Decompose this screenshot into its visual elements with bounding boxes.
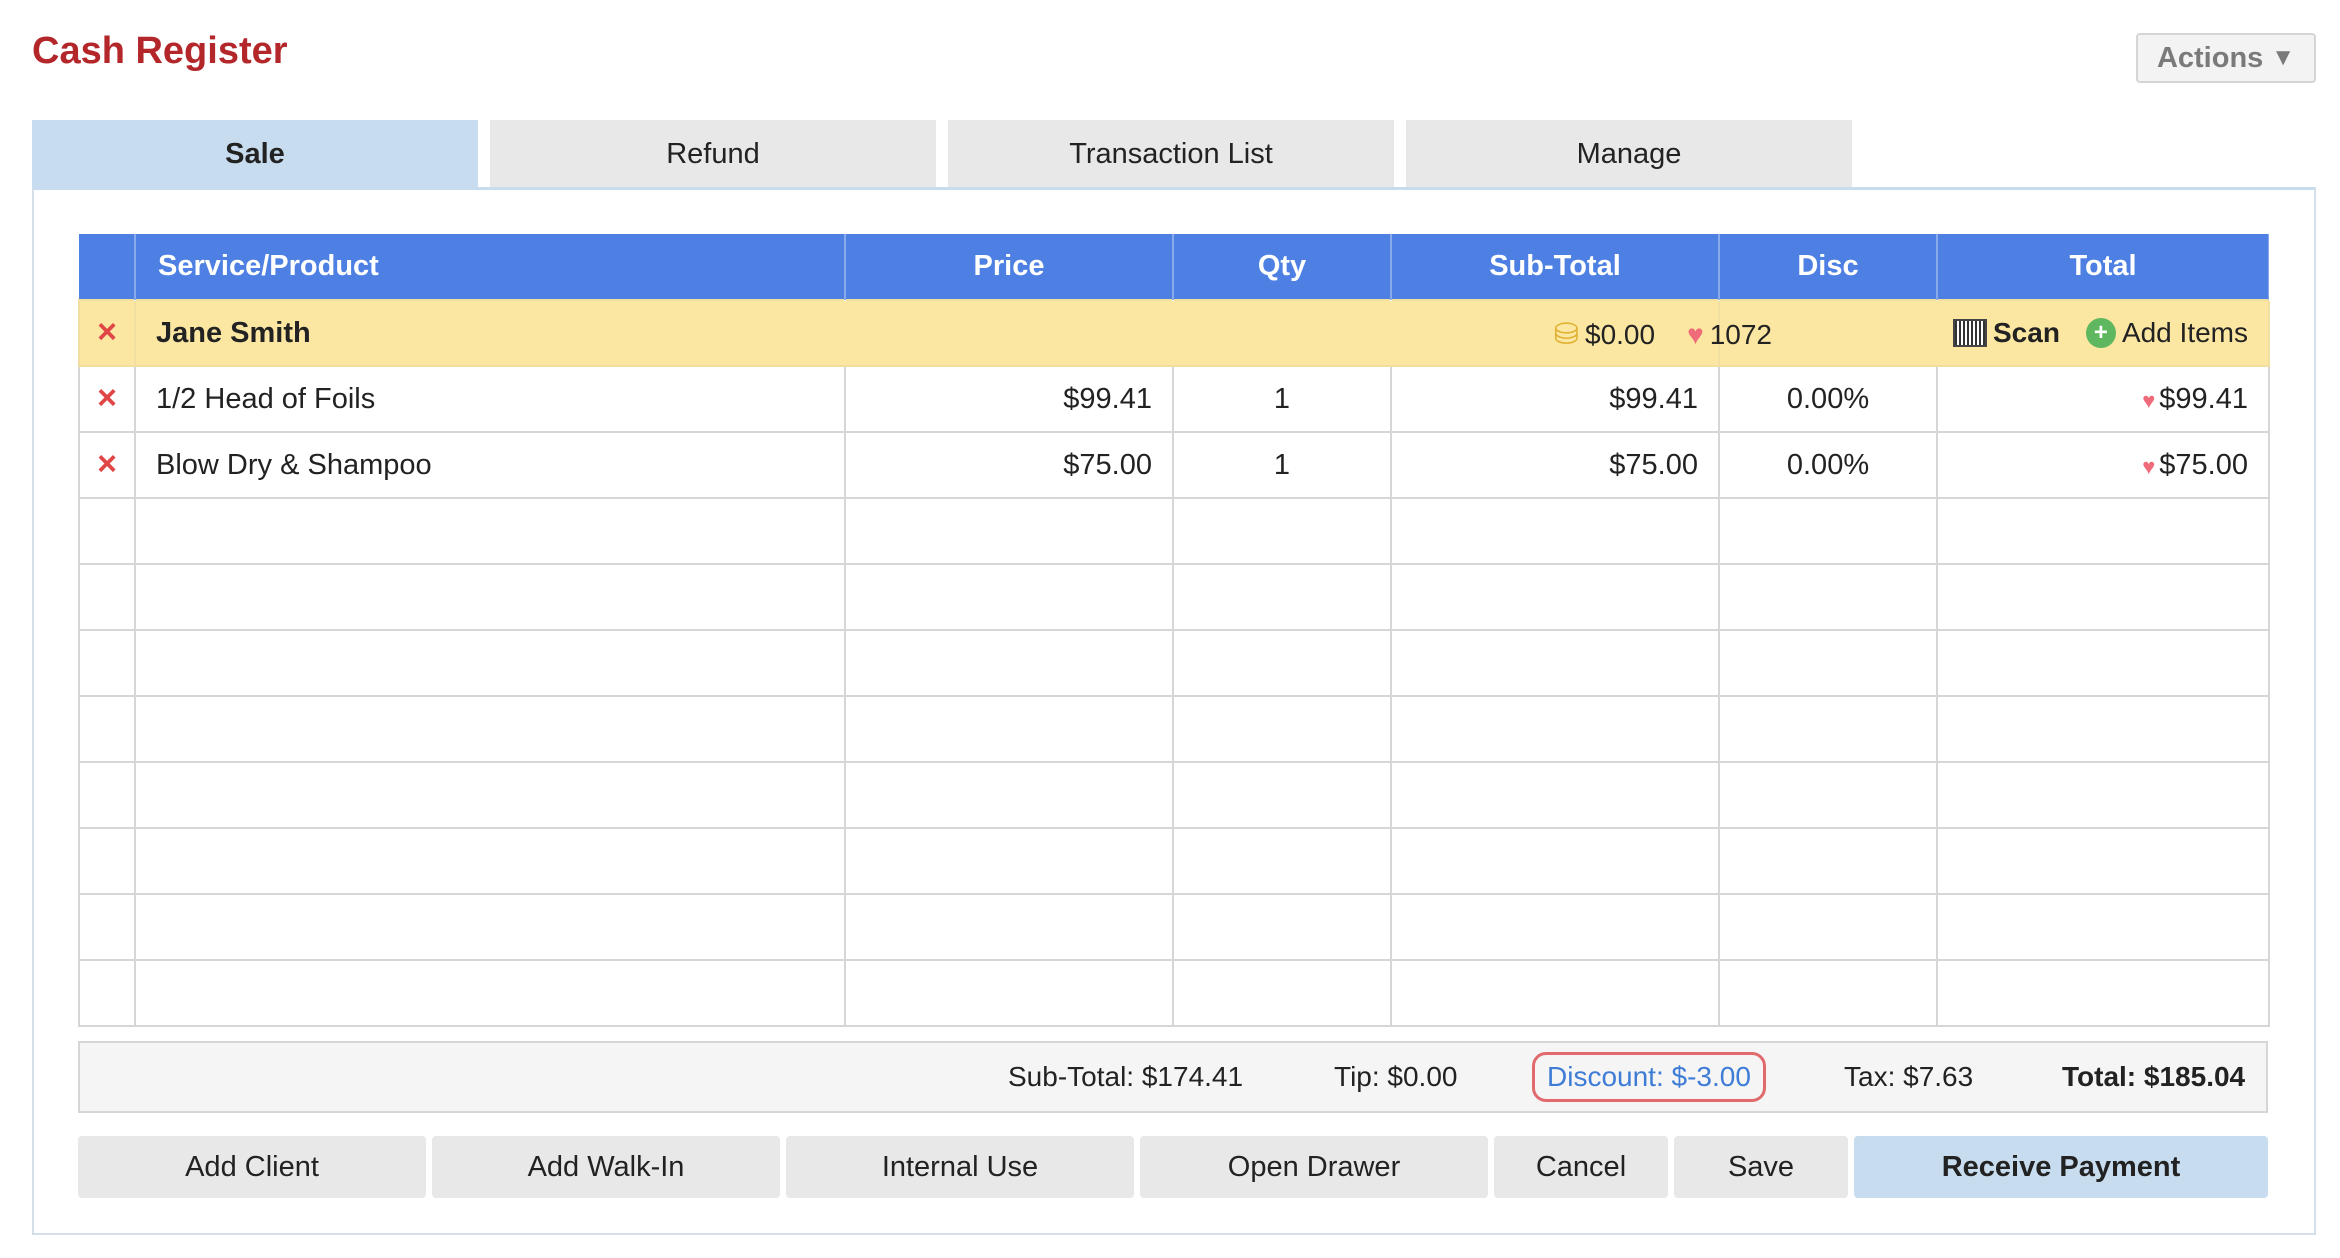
- client-balance-points: ⛁ $0.00 ♥ 1072: [1554, 317, 1772, 352]
- item-total-cell: ♥ $75.00: [1936, 431, 2270, 499]
- item-qty[interactable]: 1: [1172, 365, 1392, 433]
- item-total: $99.41: [2159, 382, 2248, 415]
- empty-row: [78, 497, 2270, 565]
- remove-item-cell: ×: [78, 431, 136, 499]
- item-name[interactable]: Blow Dry & Shampoo: [134, 431, 846, 499]
- item-price[interactable]: $75.00: [844, 431, 1174, 499]
- heart-icon: ♥: [2142, 387, 2156, 413]
- tab-sale[interactable]: Sale: [32, 120, 478, 188]
- remove-x-icon[interactable]: ×: [97, 381, 117, 415]
- tab-bar: Sale Refund Transaction List Manage: [32, 120, 1852, 188]
- empty-row: [78, 959, 2270, 1027]
- client-balance[interactable]: ⛁ $0.00: [1554, 317, 1655, 352]
- totals-tax: Tax: $7.63: [1844, 1061, 1974, 1092]
- column-header-disc: Disc: [1719, 234, 1938, 300]
- column-header-total: Total: [1937, 234, 2270, 300]
- item-disc[interactable]: 0.00%: [1718, 431, 1938, 499]
- open-drawer-button[interactable]: Open Drawer: [1140, 1136, 1488, 1198]
- tab-manage[interactable]: Manage: [1406, 120, 1852, 188]
- empty-row: [78, 827, 2270, 895]
- column-header-qty: Qty: [1173, 234, 1392, 300]
- add-client-button[interactable]: Add Client: [78, 1136, 426, 1198]
- add-items-button[interactable]: + Add Items: [2085, 317, 2248, 349]
- table-row[interactable]: × 1/2 Head of Foils $99.41 1 $99.41 0.00…: [78, 365, 2270, 433]
- scan-button[interactable]: Scan: [1953, 317, 2060, 349]
- column-header-service-product: Service/Product: [135, 234, 846, 300]
- item-price[interactable]: $99.41: [844, 365, 1174, 433]
- item-total-cell: ♥ $99.41: [1936, 365, 2270, 433]
- item-disc[interactable]: 0.00%: [1718, 365, 1938, 433]
- client-balance-value: $0.00: [1585, 318, 1656, 350]
- item-subtotal: $99.41: [1390, 365, 1720, 433]
- column-header-price: Price: [845, 234, 1174, 300]
- empty-row: [78, 893, 2270, 961]
- client-cell: Jane Smith ⛁ $0.00 ♥ 1072: [134, 299, 1772, 367]
- column-header-subtotal: Sub-Total: [1391, 234, 1720, 300]
- empty-row: [78, 761, 2270, 829]
- receive-payment-button[interactable]: Receive Payment: [1854, 1136, 2268, 1198]
- column-header-remove: [79, 234, 136, 300]
- add-items-label: Add Items: [2121, 317, 2248, 348]
- internal-use-button[interactable]: Internal Use: [786, 1136, 1134, 1198]
- client-points[interactable]: ♥ 1072: [1687, 319, 1772, 351]
- triangle-down-icon: ▼: [2271, 44, 2296, 71]
- add-walk-in-button[interactable]: Add Walk-In: [432, 1136, 780, 1198]
- actions-label: Actions: [2156, 41, 2264, 74]
- remove-x-icon[interactable]: ×: [97, 447, 117, 481]
- empty-row: [78, 629, 2270, 697]
- scan-label: Scan: [1993, 317, 2060, 348]
- heart-icon: ♥: [1687, 318, 1704, 350]
- item-total: $75.00: [2159, 448, 2248, 481]
- client-row: × Jane Smith ⛁ $0.00 ♥ 1072 Scan + Add I…: [78, 299, 2270, 367]
- save-button[interactable]: Save: [1674, 1136, 1848, 1198]
- totals-subtotal: Sub-Total: $174.41: [1008, 1061, 1244, 1092]
- coins-icon: ⛁: [1553, 318, 1579, 351]
- item-subtotal: $75.00: [1390, 431, 1720, 499]
- totals-bar: Sub-Total: $174.41 Tip: $0.00 Discount: …: [78, 1041, 2268, 1113]
- client-points-value: 1072: [1709, 318, 1772, 350]
- tab-refund[interactable]: Refund: [490, 120, 936, 188]
- empty-row: [78, 695, 2270, 763]
- table-row[interactable]: × Blow Dry & Shampoo $75.00 1 $75.00 0.0…: [78, 431, 2270, 499]
- client-actions: Scan + Add Items: [1740, 317, 2248, 349]
- barcode-icon: [1953, 319, 1987, 347]
- page-title: Cash Register: [32, 30, 288, 72]
- client-name[interactable]: Jane Smith: [156, 317, 311, 349]
- tab-transaction-list[interactable]: Transaction List: [948, 120, 1394, 188]
- discount-link[interactable]: Discount: $-3.00: [1532, 1052, 1766, 1102]
- table-header-row: Service/Product Price Qty Sub-Total Disc…: [79, 234, 2270, 300]
- totals-tip: Tip: $0.00: [1334, 1061, 1458, 1092]
- heart-icon: ♥: [2142, 453, 2156, 479]
- sale-items-table: Service/Product Price Qty Sub-Total Disc…: [78, 234, 2270, 1027]
- plus-circle-icon: +: [2085, 318, 2116, 348]
- remove-item-cell: ×: [78, 365, 136, 433]
- item-qty[interactable]: 1: [1172, 431, 1392, 499]
- item-name[interactable]: 1/2 Head of Foils: [134, 365, 846, 433]
- remove-x-icon[interactable]: ×: [97, 315, 117, 349]
- remove-client-cell: ×: [78, 299, 136, 367]
- cancel-button[interactable]: Cancel: [1494, 1136, 1668, 1198]
- client-actions-cell: Scan + Add Items: [1718, 299, 2270, 367]
- discount-link-wrap: Discount: $-3.00: [1532, 1043, 1766, 1111]
- totals-grand-total: Total: $185.04: [2062, 1061, 2246, 1092]
- actions-dropdown-button[interactable]: Actions ▼: [2136, 33, 2316, 83]
- empty-row: [78, 563, 2270, 631]
